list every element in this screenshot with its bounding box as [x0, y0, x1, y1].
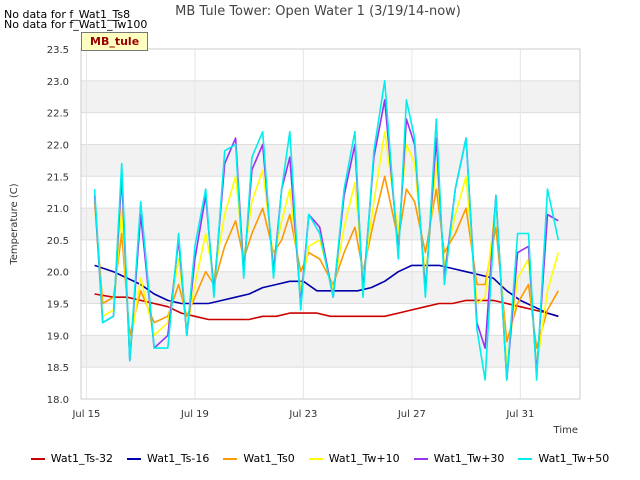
legend-label: Wat1_Tw+30 — [433, 452, 505, 465]
y-tick-label: 20.0 — [47, 268, 69, 279]
legend-swatch — [223, 457, 238, 460]
y-tick-label: 21.0 — [47, 204, 69, 215]
legend-item: Wat1_Tw+10 — [308, 452, 400, 465]
legend-label: Wat1_Tw+50 — [538, 452, 610, 465]
background-band — [81, 80, 580, 113]
legend-swatch — [308, 457, 323, 460]
y-tick-label: 22.0 — [47, 140, 69, 151]
x-tick-label: Jul 15 — [71, 409, 100, 420]
y-tick-label: 19.5 — [47, 300, 69, 311]
x-tick-label: Jul 27 — [397, 409, 426, 420]
x-tick-label: Jul 23 — [288, 409, 317, 420]
legend-item: Wat1_Ts-32 — [30, 452, 114, 465]
legend: Wat1_Ts-32 Wat1_Ts-16 Wat1_Ts0 Wat1_Tw+10 Wa… — [0, 452, 640, 465]
no-data-note-tw100: No data for f_Wat1_Tw100 — [4, 18, 148, 31]
x-axis-ticks: Jul 15 Jul 19 Jul 23 Jul 27 Jul 31 — [71, 409, 534, 420]
y-tick-label: 19.0 — [47, 331, 69, 342]
legend-label: Wat1_Tw+10 — [328, 452, 400, 465]
y-tick-label: 18.0 — [47, 395, 69, 406]
legend-swatch — [413, 457, 428, 460]
site-badge: MB_tule — [81, 32, 149, 51]
legend-item: Wat1_Ts0 — [223, 452, 295, 465]
y-tick-label: 23.5 — [47, 45, 69, 56]
legend-label: Wat1_Ts-16 — [147, 452, 210, 465]
legend-label: Wat1_Ts-32 — [50, 452, 114, 465]
y-tick-label: 23.0 — [47, 77, 69, 88]
x-tick-label: Jul 31 — [505, 409, 534, 420]
line-chart: MB Tule Tower: Open Water 1 (3/19/14-now… — [9, 4, 581, 436]
legend-item: Wat1_Ts-16 — [127, 452, 209, 465]
background-band — [81, 144, 580, 177]
y-tick-label: 21.5 — [47, 172, 69, 183]
x-tick-label: Jul 19 — [180, 409, 209, 420]
legend-swatch — [127, 457, 142, 460]
y-tick-label: 22.5 — [47, 109, 69, 120]
background-band — [81, 208, 580, 240]
legend-label: Wat1_Ts0 — [243, 452, 295, 465]
x-axis-label: Time — [553, 425, 578, 436]
y-axis-ticks: 18.0 18.5 19.0 19.5 20.0 20.5 21.0 21.5 22.0 22.5… — [47, 45, 69, 406]
chart-title: MB Tule Tower: Open Water 1 (3/19/14-now… — [175, 4, 461, 19]
y-axis-label: Temperature (C) — [9, 183, 20, 265]
legend-swatch — [30, 457, 45, 460]
legend-item: Wat1_Tw+30 — [413, 452, 505, 465]
legend-swatch — [518, 457, 533, 460]
legend-item: Wat1_Tw+50 — [518, 452, 609, 465]
y-tick-label: 18.5 — [47, 363, 69, 374]
y-tick-label: 20.5 — [47, 236, 69, 247]
